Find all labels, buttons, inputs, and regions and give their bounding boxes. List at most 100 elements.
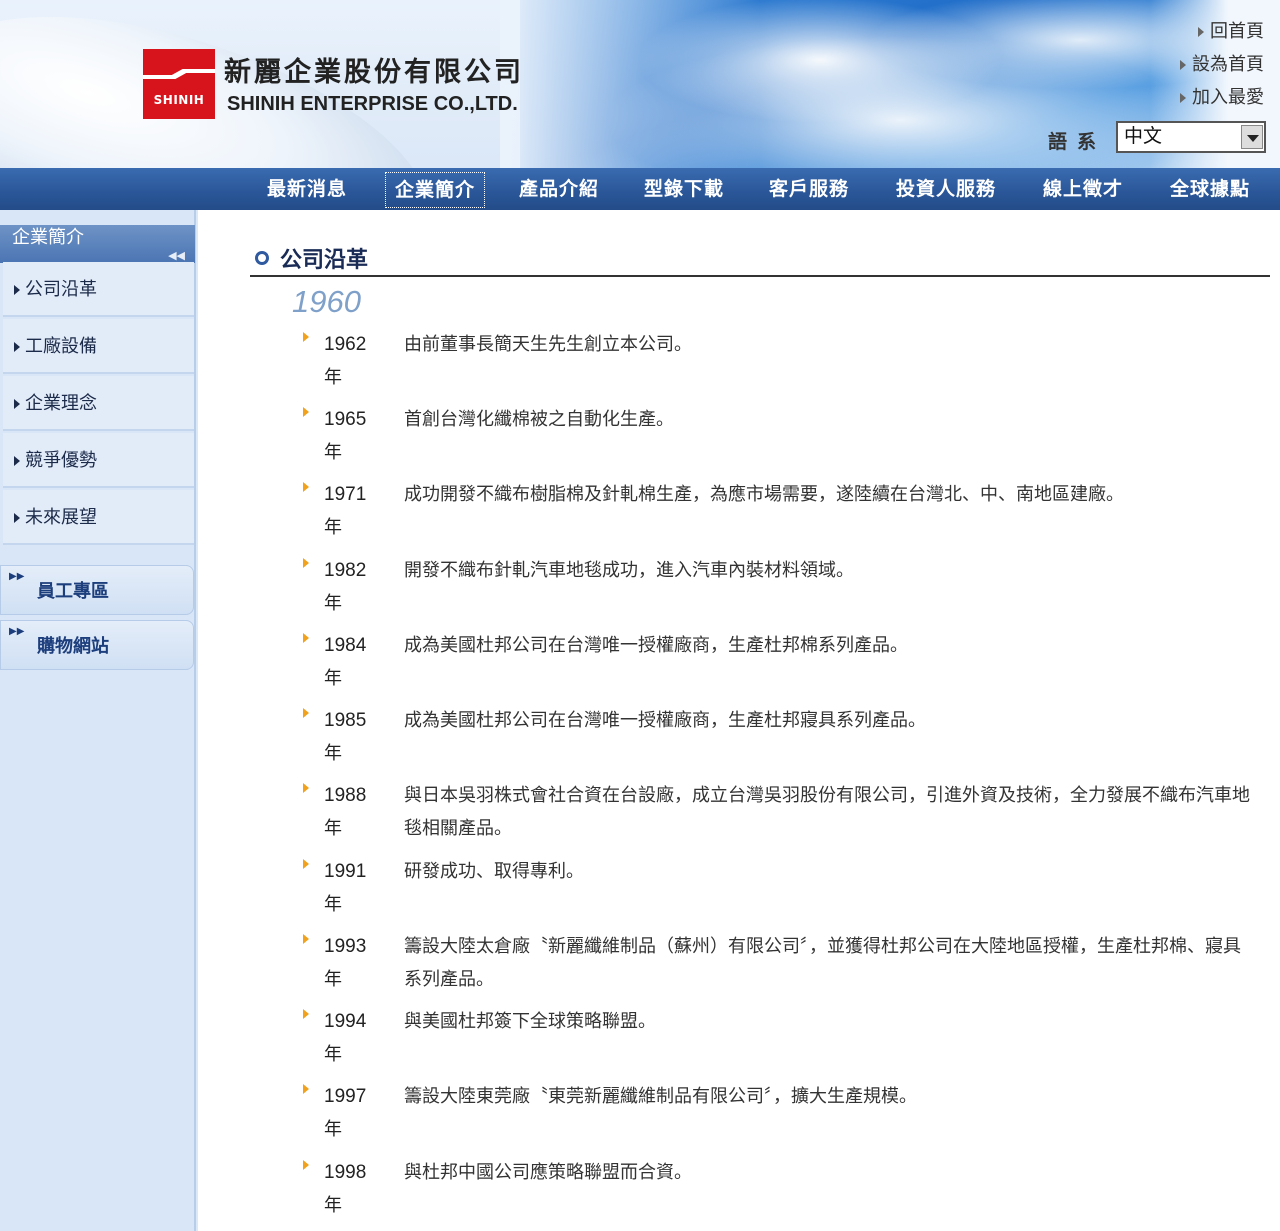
nav-careers[interactable]: 線上徵才	[1033, 170, 1133, 208]
event-year-suffix: 年	[324, 593, 342, 614]
sidebar-item-advantage[interactable]: 競爭優勢	[3, 433, 194, 488]
nav-investor-service[interactable]: 投資人服務	[886, 170, 1006, 208]
bullet-triangle-icon	[303, 1160, 309, 1170]
triangle-right-icon	[14, 513, 20, 523]
event-description: 由前董事長簡天生先生創立本公司。	[404, 334, 692, 355]
company-name-en: SHINIH ENTERPRISE CO.,LTD.	[227, 93, 518, 115]
sidebar: 企業簡介 ◀◀ 公司沿革 工廠設備 企業理念 競爭優勢 未來展望 ▶▶ 員工專區 …	[0, 210, 196, 1231]
event-year: 1998	[324, 1162, 367, 1183]
sidebar-item-label: 企業理念	[25, 393, 97, 414]
event-description: 籌設大陸東莞廠〝東莞新麗纖維制品有限公司〞，擴大生產規模。	[404, 1086, 917, 1107]
bullet-triangle-icon	[303, 1009, 309, 1019]
sidebar-item-factory[interactable]: 工廠設備	[3, 319, 194, 374]
event-year: 1994	[324, 1011, 367, 1032]
nav-global-locations[interactable]: 全球據點	[1160, 170, 1260, 208]
bullet-triangle-icon	[303, 332, 309, 342]
event-description: 成為美國杜邦公司在台灣唯一授權廠商，生產杜邦棉系列產品。	[404, 635, 908, 656]
shopping-site-button[interactable]: ▶▶ 購物網站	[0, 620, 194, 670]
event-year-suffix: 年	[324, 367, 342, 388]
triangle-right-icon	[1198, 27, 1204, 37]
event-description: 與杜邦中國公司應策略聯盟而合資。	[404, 1162, 692, 1183]
nav-products[interactable]: 產品介紹	[509, 170, 609, 208]
event-year: 1971	[324, 484, 367, 505]
language-selected-value: 中文	[1124, 125, 1163, 147]
bullet-triangle-icon	[303, 1084, 309, 1094]
event-year-suffix: 年	[324, 442, 342, 463]
event-year: 1982	[324, 560, 367, 581]
event-year-suffix: 年	[324, 1044, 342, 1065]
sidebar-item-history[interactable]: 公司沿革	[3, 262, 194, 317]
event-description: 研發成功、取得專利。	[404, 861, 584, 882]
bullet-triangle-icon	[303, 407, 309, 417]
event-description: 與日本吳羽株式會社合資在台設廠，成立台灣吳羽股份有限公司，引進外資及技術，全力發…	[404, 785, 1250, 839]
event-year: 1965	[324, 409, 367, 430]
event-description: 成為美國杜邦公司在台灣唯一授權廠商，生產杜邦寢具系列產品。	[404, 710, 926, 731]
bullet-triangle-icon	[303, 482, 309, 492]
logo-text: SHINIH	[153, 93, 205, 107]
bullet-triangle-icon	[303, 783, 309, 793]
sidebar-heading: 企業簡介 ◀◀	[0, 225, 195, 263]
company-logo[interactable]: SHINIH	[143, 49, 215, 119]
triangle-right-icon	[14, 342, 20, 352]
event-year: 1997	[324, 1086, 367, 1107]
event-description: 籌設大陸太倉廠〝新麗纖維制品（蘇州）有限公司〞，並獲得杜邦公司在大陸地區授權，生…	[404, 936, 1241, 990]
event-year: 1984	[324, 635, 367, 656]
triangle-right-icon	[1180, 60, 1186, 70]
set-homepage-label: 設為首頁	[1192, 54, 1264, 75]
logo-mark-icon	[143, 69, 215, 79]
event-year-suffix: 年	[324, 969, 342, 990]
event-description: 成功開發不織布樹脂棉及針軋棉生產，為應市場需要，遂陸續在台灣北、中、南地區建廠。	[404, 484, 1124, 505]
home-link[interactable]: 回首頁	[1144, 18, 1264, 51]
banner-fade	[500, 0, 760, 170]
add-favorite-link[interactable]: 加入最愛	[1144, 84, 1264, 117]
shopping-site-label: 購物網站	[37, 636, 109, 657]
event-year: 1991	[324, 861, 367, 882]
event-year-suffix: 年	[324, 1119, 342, 1140]
nav-latest-news[interactable]: 最新消息	[257, 170, 357, 208]
event-year-suffix: 年	[324, 517, 342, 538]
event-year: 1962	[324, 334, 367, 355]
language-select[interactable]: 中文	[1116, 121, 1266, 153]
event-description: 開發不織布針軋汽車地毯成功，進入汽車內裝材料領域。	[404, 560, 854, 581]
event-year-suffix: 年	[324, 1195, 342, 1216]
page-title: 公司沿革	[280, 248, 369, 273]
add-favorite-label: 加入最愛	[1192, 87, 1264, 108]
bullet-triangle-icon	[303, 934, 309, 944]
top-links: 回首頁 設為首頁 加入最愛	[1144, 18, 1264, 117]
sidebar-item-philosophy[interactable]: 企業理念	[3, 376, 194, 431]
sidebar-heading-label: 企業簡介	[12, 227, 84, 248]
triangle-right-icon	[14, 399, 20, 409]
double-arrow-icon: ▶▶	[9, 571, 25, 582]
triangle-right-icon	[14, 285, 20, 295]
employee-area-label: 員工專區	[37, 581, 109, 602]
employee-area-button[interactable]: ▶▶ 員工專區	[0, 565, 194, 615]
event-year: 1988	[324, 785, 367, 806]
nav-catalog-download[interactable]: 型錄下載	[634, 170, 734, 208]
sidebar-item-outlook[interactable]: 未來展望	[3, 490, 194, 545]
nav-company-profile[interactable]: 企業簡介	[385, 172, 485, 208]
set-homepage-link[interactable]: 設為首頁	[1144, 51, 1264, 84]
event-year-suffix: 年	[324, 743, 342, 764]
sidebar-item-label: 未來展望	[25, 507, 97, 528]
nav-customer-service[interactable]: 客戶服務	[759, 170, 859, 208]
event-year: 1993	[324, 936, 367, 957]
event-year-suffix: 年	[324, 668, 342, 689]
bullet-triangle-icon	[303, 558, 309, 568]
title-divider	[250, 275, 1270, 277]
triangle-right-icon	[1180, 93, 1186, 103]
bullet-triangle-icon	[303, 708, 309, 718]
bullet-triangle-icon	[303, 633, 309, 643]
decade-heading: 1960	[292, 284, 361, 319]
double-arrow-icon: ▶▶	[9, 626, 25, 637]
circle-bullet-icon	[255, 251, 269, 265]
language-label: 語系	[1048, 131, 1107, 153]
company-name-cn: 新麗企業股份有限公司	[224, 57, 524, 88]
triangle-right-icon	[14, 456, 20, 466]
sidebar-item-label: 工廠設備	[25, 336, 97, 357]
sidebar-item-label: 公司沿革	[25, 279, 97, 300]
chevron-down-icon[interactable]	[1241, 125, 1263, 149]
event-description: 與美國杜邦簽下全球策略聯盟。	[404, 1011, 656, 1032]
event-year-suffix: 年	[324, 818, 342, 839]
sidebar-item-label: 競爭優勢	[25, 450, 97, 471]
event-year: 1985	[324, 710, 367, 731]
